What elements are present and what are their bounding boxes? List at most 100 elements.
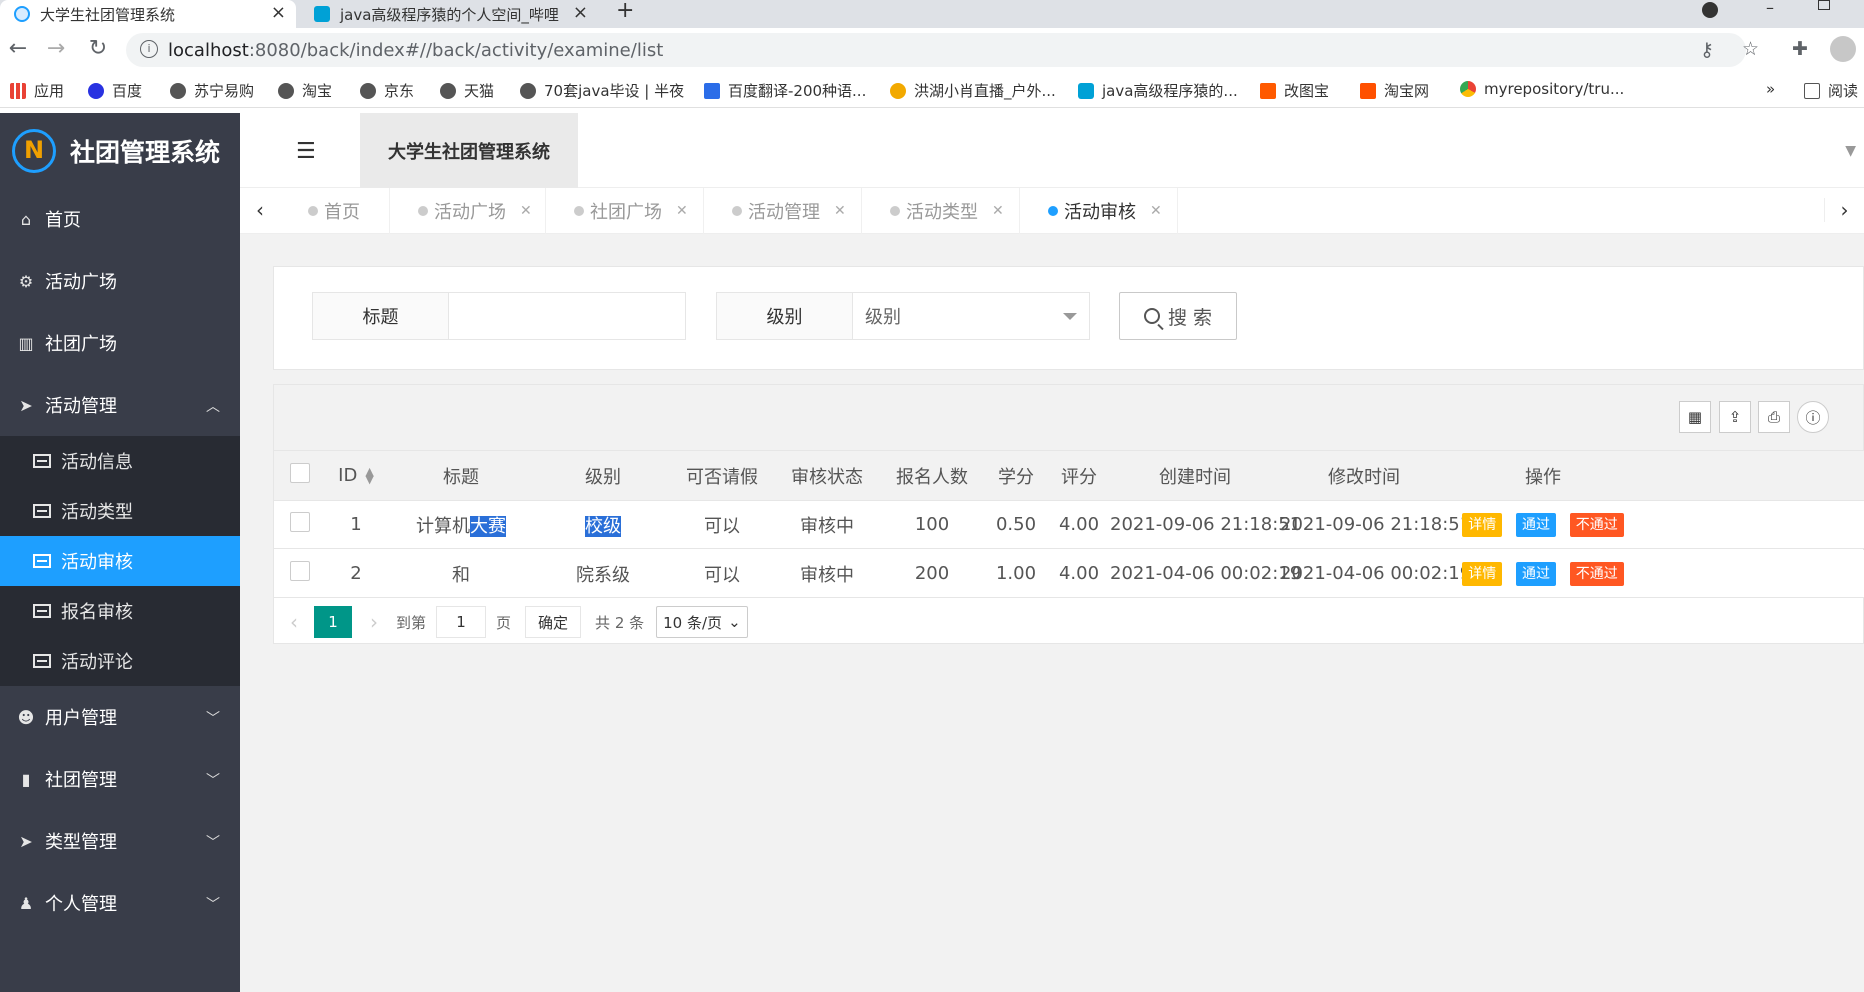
bookmark-label: 洪湖小肖直播_户外...	[914, 82, 1056, 100]
bookmark-label: 苏宁易购	[194, 82, 255, 100]
export-icon[interactable]: ⇪	[1719, 401, 1751, 433]
page-tab-club-square[interactable]: 社团广场 ✕	[546, 188, 704, 234]
bookmark-item[interactable]: 百度	[88, 80, 142, 101]
col-header-id[interactable]: ID ▲ ▼	[326, 465, 386, 486]
bookmark-item[interactable]: 70套java毕设 | 半夜	[520, 80, 684, 101]
bookmark-label: 京东	[384, 82, 415, 100]
goto-page-input[interactable]: 1	[436, 606, 487, 638]
select-all-checkbox[interactable]	[290, 463, 310, 483]
sidebar-item-type-management[interactable]: ➤ 类型管理 ﹀	[0, 810, 240, 872]
page-size-value: 10 条/页	[663, 613, 723, 632]
extensions-icon[interactable]: ✚	[1792, 38, 1808, 60]
page-size-select[interactable]: 10 条/页 ⌄	[656, 606, 748, 638]
site-info-icon[interactable]: i	[140, 40, 158, 58]
bookmark-item[interactable]: 京东	[360, 80, 414, 101]
key-icon[interactable]: ⚷	[1700, 39, 1714, 61]
sidebar-subitem-activity-info[interactable]: 活动信息	[0, 436, 240, 486]
tab-dot	[1048, 206, 1058, 216]
profile-avatar-icon[interactable]	[1830, 36, 1856, 62]
row-select-cell	[274, 512, 326, 537]
caret-down-icon[interactable]: ▼	[1845, 143, 1856, 159]
pass-button[interactable]: 通过	[1516, 512, 1556, 537]
bookmark-item[interactable]: 天猫	[440, 80, 494, 101]
close-tab-icon[interactable]: ✕	[520, 203, 532, 219]
row-checkbox[interactable]	[290, 561, 310, 581]
close-tab-icon[interactable]: ✕	[834, 203, 846, 219]
reject-button[interactable]: 不通过	[1569, 561, 1624, 586]
chrome-icon	[1460, 81, 1476, 97]
page-tab-home[interactable]: 首页	[280, 188, 390, 234]
browser-tab-active[interactable]: 大学生社团管理系统 ×	[0, 0, 296, 28]
sidebar-subitem-activity-comments[interactable]: 活动评论	[0, 636, 240, 686]
profile-dropdown-icon[interactable]	[1702, 2, 1718, 18]
bookmark-item[interactable]: 淘宝	[278, 80, 332, 101]
bookmark-item[interactable]: 洪湖小肖直播_户外...	[890, 80, 1056, 101]
title-filter-input[interactable]	[449, 293, 685, 339]
row-checkbox[interactable]	[290, 512, 310, 532]
pass-button[interactable]: 通过	[1516, 561, 1556, 586]
bookmark-item[interactable]: java高级程序猿的...	[1078, 80, 1238, 101]
reject-button[interactable]: 不通过	[1569, 512, 1624, 537]
caret-down-icon	[1063, 313, 1077, 320]
chevron-down-icon: ﹀	[206, 711, 220, 727]
bookmark-item[interactable]: myrepository/tru...	[1460, 80, 1624, 98]
goto-confirm-button[interactable]: 确定	[525, 606, 582, 638]
info-icon[interactable]: ⓘ	[1797, 401, 1829, 433]
print-icon[interactable]: ⎙	[1758, 401, 1790, 433]
bookmark-item[interactable]: 淘宝网	[1360, 80, 1429, 101]
sidebar-subitem-activity-review[interactable]: 活动审核	[0, 536, 240, 586]
forward-icon[interactable]: →	[42, 36, 70, 61]
bookmark-apps[interactable]: 应用	[10, 80, 64, 101]
list-icon	[33, 604, 51, 618]
restore-icon[interactable]	[1818, 0, 1830, 10]
sidebar-subitem-label: 报名审核	[61, 602, 133, 623]
reload-icon[interactable]: ↻	[84, 36, 112, 61]
bookmark-item[interactable]: 改图宝	[1260, 80, 1329, 101]
sidebar-item-club-management[interactable]: ▮ 社团管理 ﹀	[0, 748, 240, 810]
detail-button[interactable]: 详情	[1462, 561, 1503, 586]
back-icon[interactable]: ←	[4, 36, 32, 61]
minimize-icon[interactable]: –	[1766, 0, 1774, 17]
sidebar-item-activity-square[interactable]: ⚙ 活动广场	[0, 250, 240, 312]
close-tab-icon[interactable]: ✕	[1150, 203, 1162, 219]
page-tabs: ‹ 首页 活动广场 ✕ 社团广场 ✕ 活动管理 ✕ 活动类型 ✕ 活动审核 ✕ ›	[240, 188, 1864, 234]
detail-button[interactable]: 详情	[1462, 512, 1503, 537]
page-tab-activity-management[interactable]: 活动管理 ✕	[704, 188, 862, 234]
header-title[interactable]: 大学生社团管理系统	[360, 113, 578, 188]
columns-filter-icon[interactable]: ▦	[1679, 401, 1711, 433]
address-bar[interactable]: i localhost:8080/back/index#//back/activ…	[126, 33, 1746, 67]
sort-icon[interactable]: ▲ ▼	[365, 466, 373, 485]
search-button[interactable]: 搜 索	[1119, 292, 1237, 340]
sidebar-item-club-square[interactable]: ▥ 社团广场	[0, 312, 240, 374]
reading-list-button[interactable]: 阅读	[1804, 80, 1858, 101]
tabs-prev-icon[interactable]: ‹	[240, 198, 280, 222]
bookmark-star-icon[interactable]: ☆	[1742, 38, 1759, 60]
close-tab-icon[interactable]: ×	[573, 2, 588, 23]
page-tab-activity-square[interactable]: 活动广场 ✕	[390, 188, 546, 234]
level-select[interactable]: 级别	[853, 293, 1089, 339]
sidebar-item-activity-management[interactable]: ➤ 活动管理 ︿	[0, 374, 240, 436]
browser-tab[interactable]: java高级程序猿的个人空间_哔哩 ×	[300, 0, 598, 28]
menu-toggle-icon[interactable]: ☰	[296, 139, 316, 164]
sidebar-subitem-signup-review[interactable]: 报名审核	[0, 586, 240, 636]
page-tab-activity-review[interactable]: 活动审核 ✕	[1020, 188, 1178, 234]
url-text: localhost:8080/back/index#//back/activit…	[168, 40, 663, 61]
prev-page-icon[interactable]: ‹	[290, 610, 298, 634]
close-tab-icon[interactable]: ×	[271, 2, 286, 23]
sidebar-subitem-activity-type[interactable]: 活动类型	[0, 486, 240, 536]
bookmark-label: 百度翻译-200种语...	[728, 82, 867, 100]
sidebar-item-home[interactable]: ⌂ 首页	[0, 188, 240, 250]
site-favicon-icon	[14, 6, 30, 22]
sidebar-item-user-management[interactable]: ☻ 用户管理 ﹀	[0, 686, 240, 748]
close-tab-icon[interactable]: ✕	[676, 203, 688, 219]
bookmark-item[interactable]: 苏宁易购	[170, 80, 254, 101]
current-page-button[interactable]: 1	[314, 606, 352, 638]
bookmark-item[interactable]: 百度翻译-200种语...	[704, 80, 866, 101]
next-page-icon[interactable]: ›	[370, 610, 378, 634]
bookmarks-overflow-button[interactable]: »	[1766, 80, 1775, 98]
close-tab-icon[interactable]: ✕	[992, 203, 1004, 219]
sidebar-item-personal-management[interactable]: ♟ 个人管理 ﹀	[0, 872, 240, 934]
page-tab-activity-type[interactable]: 活动类型 ✕	[862, 188, 1020, 234]
tabs-next-icon[interactable]: ›	[1824, 198, 1864, 222]
new-tab-button[interactable]: +	[616, 0, 634, 23]
